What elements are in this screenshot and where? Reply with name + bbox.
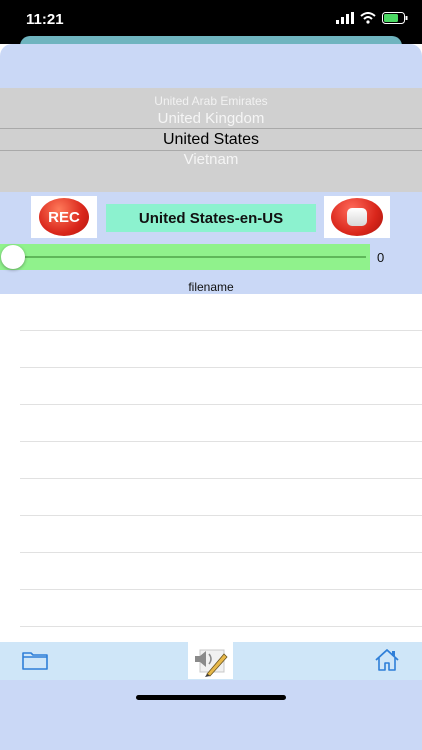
wifi-icon	[360, 12, 376, 24]
table-row[interactable]	[0, 590, 422, 627]
main-sheet: United Arab Emirates United Kingdom Unit…	[0, 44, 422, 750]
country-picker[interactable]: United Arab Emirates United Kingdom Unit…	[0, 88, 422, 192]
slider-track	[14, 256, 366, 258]
playback-slider[interactable]	[0, 244, 370, 270]
status-time: 11:21	[26, 11, 64, 28]
filename-header: filename	[188, 280, 234, 294]
row-separator	[20, 626, 422, 627]
speaker-pencil-icon	[194, 649, 228, 677]
picker-selection-top	[0, 128, 422, 129]
status-icons	[336, 12, 408, 24]
table-row[interactable]	[0, 331, 422, 368]
bottom-toolbar	[0, 642, 422, 680]
edit-button[interactable]	[188, 642, 233, 679]
language-label: United States-en-US	[106, 204, 316, 232]
picker-item[interactable]: Vietnam	[0, 151, 422, 168]
file-table[interactable]	[0, 294, 422, 642]
record-button[interactable]: REC	[31, 196, 97, 238]
slider-thumb[interactable]	[1, 245, 25, 269]
folder-icon[interactable]	[22, 650, 48, 670]
table-row[interactable]	[0, 479, 422, 516]
home-indicator	[136, 695, 286, 700]
picker-item[interactable]: United Kingdom	[0, 110, 422, 127]
table-row[interactable]	[0, 442, 422, 479]
home-icon[interactable]	[374, 648, 400, 672]
picker-item[interactable]: United Arab Emirates	[0, 94, 422, 108]
stop-icon	[331, 198, 383, 236]
stop-square	[347, 208, 367, 226]
stop-button[interactable]	[324, 196, 390, 238]
battery-icon	[382, 12, 408, 24]
record-icon: REC	[39, 198, 89, 236]
table-row[interactable]	[0, 294, 422, 331]
record-label: REC	[48, 208, 80, 226]
table-row[interactable]	[0, 516, 422, 553]
signal-icon	[336, 12, 354, 24]
table-row[interactable]	[0, 405, 422, 442]
picker-item-selected[interactable]: United States	[0, 131, 422, 149]
record-controls: REC United States-en-US	[0, 194, 422, 242]
table-row[interactable]	[0, 368, 422, 405]
table-row[interactable]	[0, 553, 422, 590]
slider-value: 0	[377, 250, 385, 265]
